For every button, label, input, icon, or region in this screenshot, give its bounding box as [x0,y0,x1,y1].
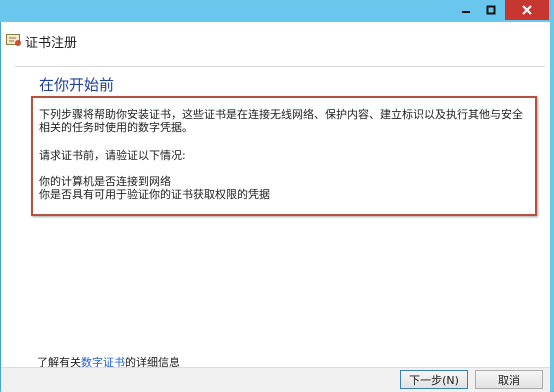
minimize-icon [462,11,470,13]
prompt-text: 请求证书前，请验证以下情况: [39,149,186,162]
dialog-header: 证书注册 [1,22,550,58]
minimize-button[interactable] [454,0,478,20]
next-button[interactable]: 下一步(N) [400,370,468,389]
certificate-icon [6,34,21,46]
check-item-network: 你的计算机是否连接到网络 [39,175,171,188]
check-item-credentials: 你是否具有可用于验证你的证书获取权限的凭据 [39,188,270,201]
button-bar: 下一步(N) 取消 [1,367,550,392]
close-icon [522,5,532,15]
intro-text: 下列步骤将帮助你安装证书，这些证书是在连接无线网络、保护内容、建立标识以及执行其… [39,108,523,134]
content-panel: 在你开始前 下列步骤将帮助你安装证书，这些证书是在连接无线网络、保护内容、建立标… [15,66,545,369]
page-heading: 在你开始前 [39,76,115,94]
cancel-button[interactable]: 取消 [475,370,543,389]
close-button[interactable] [505,0,549,20]
title-bar[interactable] [0,0,554,22]
maximize-icon [486,5,496,15]
window-frame: 证书注册 在你开始前 下列步骤将帮助你安装证书，这些证书是在连接无线网络、保护内… [0,0,554,392]
maximize-button[interactable] [479,0,503,20]
dialog-title: 证书注册 [25,36,78,51]
dialog-client: 证书注册 在你开始前 下列步骤将帮助你安装证书，这些证书是在连接无线网络、保护内… [0,22,550,392]
